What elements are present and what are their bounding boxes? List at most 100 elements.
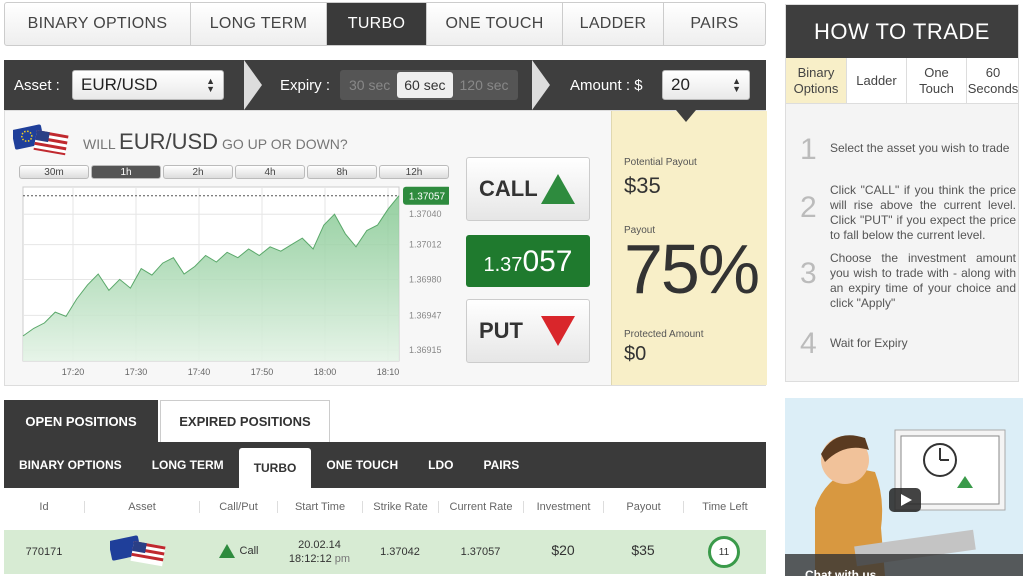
step-text: Select the asset you wish to trade bbox=[830, 141, 1010, 155]
asset-label: Asset : bbox=[14, 76, 60, 94]
row-start-ampm: pm bbox=[334, 553, 351, 565]
time-range-1h[interactable]: 1h bbox=[91, 165, 161, 179]
call-label: CALL bbox=[479, 176, 538, 201]
col-current-rate: Current Rate bbox=[438, 501, 523, 513]
expiry-30sec[interactable]: 30 sec bbox=[342, 72, 397, 98]
ptab-turbo[interactable]: TURBO bbox=[238, 448, 312, 488]
video-caption: Chat with us bbox=[805, 568, 877, 576]
howto-tab-binary-options[interactable]: Binary Options bbox=[786, 58, 847, 103]
how-to-trade-title: HOW TO TRADE bbox=[786, 5, 1018, 58]
tab-turbo[interactable]: TURBO bbox=[327, 3, 427, 45]
row-current-rate: 1.37057 bbox=[460, 546, 501, 558]
chart-x-tick: 18:00 bbox=[314, 367, 337, 377]
how-step-1: 1 Select the asset you wish to trade bbox=[800, 133, 1016, 167]
arrow-down-icon bbox=[541, 316, 575, 346]
step-text: Choose the investment amount you wish to… bbox=[830, 251, 1016, 310]
time-left-timer: 11 bbox=[708, 536, 740, 568]
step-number: 3 bbox=[800, 257, 817, 290]
chart-x-tick: 18:10 bbox=[377, 367, 400, 377]
tab-pairs[interactable]: PAIRS bbox=[664, 3, 765, 45]
expiry-120sec[interactable]: 120 sec bbox=[453, 72, 516, 98]
tab-binary-options[interactable]: BINARY OPTIONS bbox=[5, 3, 191, 45]
trade-question: WILL EUR/USD GO UP OR DOWN? bbox=[83, 129, 348, 155]
chart-y-tick: 1.36947 bbox=[409, 310, 442, 320]
position-type-tabs: BINARY OPTIONS LONG TERM TURBO ONE TOUCH… bbox=[4, 442, 766, 488]
table-row[interactable]: 770171 Call 20.02.14 18:12:12 pm 1.37042… bbox=[4, 530, 766, 574]
ptab-one-touch[interactable]: ONE TOUCH bbox=[311, 442, 413, 488]
product-tabs: BINARY OPTIONS LONG TERM TURBO ONE TOUCH… bbox=[4, 2, 766, 46]
step-text: Wait for Expiry bbox=[830, 336, 908, 350]
tab-open-positions[interactable]: OPEN POSITIONS bbox=[4, 400, 158, 442]
pointer-arrow-icon bbox=[676, 110, 696, 122]
positions-header-row: Id Asset Call/Put Start Time Strike Rate… bbox=[4, 494, 766, 520]
how-to-tabs: Binary Options Ladder One Touch 60 Secon… bbox=[786, 58, 1018, 104]
how-step-4: 4 Wait for Expiry bbox=[800, 327, 1016, 361]
amount-select[interactable]: 20 ▲ ▼ bbox=[662, 70, 750, 100]
col-strike-rate: Strike Rate bbox=[362, 501, 438, 513]
select-arrows-icon: ▲ ▼ bbox=[206, 76, 215, 94]
call-button[interactable]: CALL bbox=[466, 157, 590, 221]
tab-ladder[interactable]: LADDER bbox=[563, 3, 664, 45]
asset-select[interactable]: EUR/USD ▲ ▼ bbox=[72, 70, 224, 100]
col-payout: Payout bbox=[603, 501, 683, 513]
chart-x-tick: 17:30 bbox=[125, 367, 148, 377]
asset-select-value: EUR/USD bbox=[81, 75, 158, 94]
howto-tab-60-seconds[interactable]: 60 Seconds bbox=[967, 58, 1019, 103]
time-left-value: 11 bbox=[718, 546, 730, 558]
how-step-3: 3 Choose the investment amount you wish … bbox=[800, 251, 1016, 311]
tab-long-term[interactable]: LONG TERM bbox=[191, 3, 327, 45]
select-arrows-icon: ▲ ▼ bbox=[732, 76, 741, 94]
row-direction: Call bbox=[199, 543, 277, 559]
ptab-binary-options[interactable]: BINARY OPTIONS bbox=[4, 442, 137, 488]
question-asset: EUR/USD bbox=[119, 129, 219, 154]
arrow-up-icon bbox=[541, 174, 575, 204]
current-rate: 1.37 057 bbox=[466, 235, 590, 287]
time-range-30m[interactable]: 30m bbox=[19, 165, 89, 179]
row-direction-label: Call bbox=[239, 545, 259, 557]
tab-expired-positions[interactable]: EXPIRED POSITIONS bbox=[160, 400, 330, 442]
arrow-up-icon bbox=[218, 544, 235, 558]
put-button[interactable]: PUT bbox=[466, 299, 590, 363]
question-suffix: GO UP OR DOWN? bbox=[221, 136, 348, 152]
ptab-pairs[interactable]: PAIRS bbox=[469, 442, 535, 488]
eu-us-flag-icon bbox=[13, 124, 69, 156]
chart-x-tick: 17:50 bbox=[251, 367, 274, 377]
ptab-long-term[interactable]: LONG TERM bbox=[137, 442, 239, 488]
time-range-2h[interactable]: 2h bbox=[163, 165, 233, 179]
row-start-clock: 18:12:12 pm bbox=[277, 552, 362, 566]
chevron-divider bbox=[532, 60, 550, 110]
protected-amount-value: $0 bbox=[624, 343, 647, 365]
col-investment: Investment bbox=[523, 501, 603, 513]
row-id: 770171 bbox=[25, 546, 63, 558]
video-thumbnail bbox=[785, 398, 1023, 576]
time-range-8h[interactable]: 8h bbox=[307, 165, 377, 179]
how-to-trade-panel: HOW TO TRADE Binary Options Ladder One T… bbox=[785, 4, 1019, 382]
chart-y-tick: 1.36980 bbox=[409, 274, 442, 284]
col-id: Id bbox=[39, 501, 49, 513]
protected-amount-label: Protected Amount bbox=[624, 329, 704, 340]
time-range-4h[interactable]: 4h bbox=[235, 165, 305, 179]
time-range-12h[interactable]: 12h bbox=[379, 165, 449, 179]
col-time-left: Time Left bbox=[683, 501, 766, 513]
step-number: 4 bbox=[800, 327, 817, 360]
chart-current-value: 1.37057 bbox=[409, 192, 446, 203]
step-number: 2 bbox=[800, 191, 817, 224]
eu-us-flag-icon bbox=[110, 535, 166, 567]
howto-tab-ladder[interactable]: Ladder bbox=[847, 58, 907, 103]
col-start-time: Start Time bbox=[277, 501, 362, 513]
chart-x-tick: 17:20 bbox=[62, 367, 85, 377]
expiry-60sec[interactable]: 60 sec bbox=[397, 72, 453, 98]
ptab-ldo[interactable]: LDO bbox=[413, 442, 468, 488]
expiry-options: 30 sec 60 sec 120 sec bbox=[340, 70, 518, 100]
question-prefix: WILL bbox=[83, 136, 116, 152]
chevron-divider bbox=[244, 60, 262, 110]
chart-y-tick: 1.36915 bbox=[409, 345, 442, 355]
expiry-label: Expiry : bbox=[280, 76, 331, 94]
tutorial-video[interactable]: Chat with us bbox=[785, 398, 1023, 576]
potential-payout-label: Potential Payout bbox=[624, 157, 697, 168]
howto-tab-one-touch[interactable]: One Touch bbox=[907, 58, 967, 103]
payout-percent: 75% bbox=[624, 230, 760, 308]
chart-y-tick: 1.37040 bbox=[409, 209, 442, 219]
row-payout: $35 bbox=[631, 542, 655, 558]
tab-one-touch[interactable]: ONE TOUCH bbox=[427, 3, 563, 45]
